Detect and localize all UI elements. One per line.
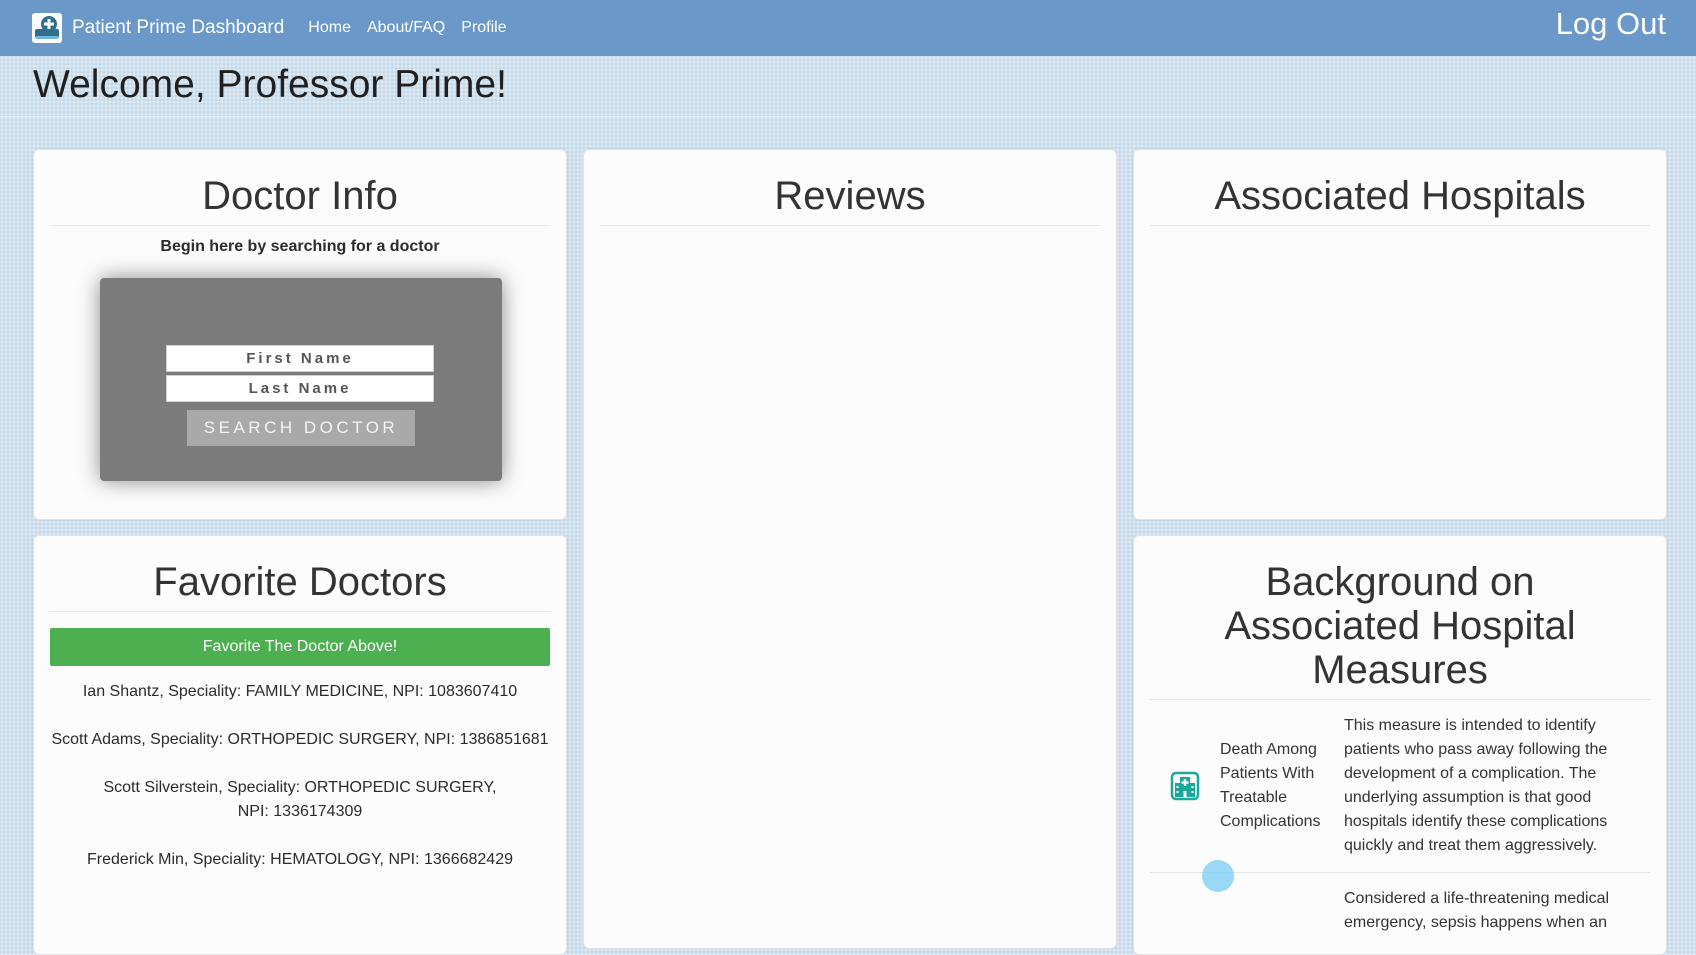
favorite-doctor-button[interactable]: Favorite The Doctor Above!	[50, 628, 550, 666]
doctor-info-title: Doctor Info	[50, 150, 550, 226]
doctor-search-form: SEARCH DOCTOR	[100, 278, 502, 481]
favorite-doctors-list: Ian Shantz, Speciality: FAMILY MEDICINE,…	[50, 680, 550, 872]
cursor-indicator	[1202, 860, 1234, 892]
welcome-section: Welcome, Professor Prime!	[0, 56, 1696, 117]
reviews-card: Reviews	[583, 149, 1117, 949]
measure-description: Considered a life-threatening medical em…	[1344, 890, 1610, 931]
measure-name: Death Among Patients With Treatable Comp…	[1220, 741, 1321, 830]
favorite-doctors-title: Favorite Doctors	[50, 536, 550, 612]
search-hint: Begin here by searching for a doctor	[160, 238, 440, 255]
hospital-measures-card: Background on Associated Hospital Measur…	[1133, 535, 1667, 955]
first-name-input[interactable]	[166, 345, 434, 372]
nav-link-profile[interactable]: Profile	[461, 19, 506, 37]
last-name-input[interactable]	[166, 375, 434, 402]
associated-hospitals-card: Associated Hospitals	[1133, 149, 1667, 520]
list-item[interactable]: Frederick Min, Speciality: HEMATOLOGY, N…	[50, 848, 550, 872]
hospital-icon	[1150, 770, 1220, 802]
search-doctor-button[interactable]: SEARCH DOCTOR	[187, 410, 415, 446]
list-item[interactable]: Scott Adams, Speciality: ORTHOPEDIC SURG…	[50, 728, 550, 752]
brand[interactable]: Patient Prime Dashboard	[32, 13, 284, 43]
brand-title: Patient Prime Dashboard	[72, 17, 285, 38]
medical-plus-icon	[32, 13, 62, 43]
page-title: Welcome, Professor Prime!	[33, 63, 507, 106]
hospital-measures-title: Background on Associated Hospital Measur…	[1150, 536, 1650, 700]
reviews-title: Reviews	[600, 150, 1100, 226]
associated-hospitals-title: Associated Hospitals	[1150, 150, 1650, 226]
list-item[interactable]: Scott Silverstein, Speciality: ORTHOPEDI…	[50, 776, 550, 824]
doctor-info-card: Doctor Info Begin here by searching for …	[33, 149, 567, 520]
navbar: Patient Prime Dashboard Home About/FAQ P…	[0, 0, 1696, 56]
measure-row: Death Among Patients With Treatable Comp…	[1150, 700, 1650, 873]
list-item[interactable]: Ian Shantz, Speciality: FAMILY MEDICINE,…	[50, 680, 550, 704]
nav-link-about-faq[interactable]: About/FAQ	[367, 19, 445, 37]
logout-button[interactable]: Log Out	[1556, 6, 1666, 42]
measure-description: This measure is intended to identify pat…	[1344, 717, 1608, 854]
favorite-doctors-card: Favorite Doctors Favorite The Doctor Abo…	[33, 535, 567, 955]
nav-link-home[interactable]: Home	[308, 19, 351, 37]
nav-links: Home About/FAQ Profile	[308, 19, 522, 37]
